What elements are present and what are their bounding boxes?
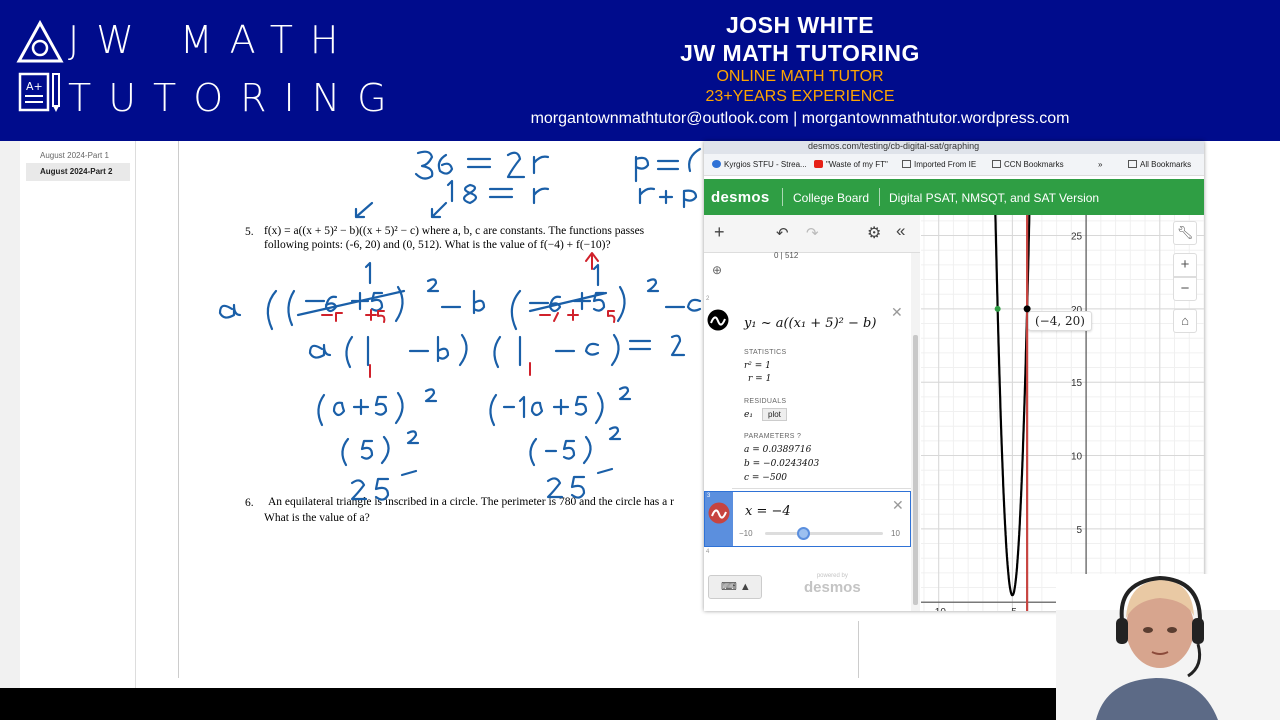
redo-button[interactable]: ↷ xyxy=(806,224,819,242)
add-item-button[interactable]: + xyxy=(714,222,725,243)
home-icon[interactable]: ⌂ xyxy=(1173,309,1197,333)
youtube-icon xyxy=(814,160,823,168)
graph-canvas[interactable]: 2520151050-10-50 (−4, 20) 🔧︎ + − ⌂ xyxy=(921,215,1204,611)
residuals-label: RESIDUALS xyxy=(744,398,787,405)
wrench-icon[interactable]: 🔧︎ xyxy=(1173,221,1197,245)
url-text[interactable]: desmos.com/testing/cb-digital-sat/graphi… xyxy=(808,141,979,151)
x-tick-label: -5 xyxy=(1008,607,1017,611)
expression-gutter: 3 xyxy=(705,492,733,546)
zoom-in-button[interactable]: + xyxy=(1173,253,1197,277)
slider-max: 10 xyxy=(891,529,900,538)
tagline-online: ONLINE MATH TUTOR xyxy=(716,68,884,85)
zoom-search-icon[interactable]: ⊕ xyxy=(712,263,722,277)
regression-icon[interactable] xyxy=(707,309,729,331)
y-tick-label: 5 xyxy=(1077,525,1083,536)
line-formula[interactable]: x = −4 xyxy=(745,504,791,519)
triangle-logo-icon xyxy=(16,20,64,63)
tagline-experience: 23+YEARS EXPERIENCE xyxy=(705,88,895,105)
table-row-fragment: 0 | 512 xyxy=(774,251,799,260)
header-divider xyxy=(782,188,783,206)
bookmarks-bar: Kyrgios STFU - Strea... "Waste of my FT"… xyxy=(704,154,1204,176)
expression-index: 2 xyxy=(706,296,710,302)
contact-info: morgantownmathtutor@outlook.com | morgan… xyxy=(530,110,1070,127)
logo-text-line2: TUTORING xyxy=(68,76,404,120)
channel-banner: A+ JW MATH TUTORING JOSH WHITE JW MATH T… xyxy=(0,0,1280,141)
expression-index: 4 xyxy=(706,549,710,555)
graph-color-icon[interactable] xyxy=(708,502,730,524)
document-pencil-icon: A+ xyxy=(18,72,60,112)
r-value: r = 1 xyxy=(748,374,772,384)
college-board-label: College Board xyxy=(793,191,870,205)
y-tick-label: 15 xyxy=(1071,378,1083,389)
data-point xyxy=(994,305,1001,312)
tutor-name: JOSH WHITE xyxy=(725,12,875,38)
expression-gutter: 2 xyxy=(704,296,732,489)
desmos-window: desmos.com/testing/cb-digital-sat/graphi… xyxy=(704,141,1204,611)
expression-vertical-line[interactable]: 3 x = −4 ✕ −10 10 xyxy=(704,491,911,547)
folder-icon xyxy=(902,160,911,168)
keyboard-toggle-button[interactable]: ⌨ ▲ xyxy=(708,575,762,599)
folder-icon xyxy=(1128,160,1137,168)
browser-url-bar[interactable]: desmos.com/testing/cb-digital-sat/graphi… xyxy=(704,141,1204,154)
expression-regression[interactable]: 2 y₁ ~ a((x₁ + 5)² − b) ✕ STATISTICS r² … xyxy=(704,296,911,489)
x-tick-label: -10 xyxy=(931,607,946,611)
header-divider xyxy=(879,188,880,206)
regression-formula[interactable]: y₁ ~ a((x₁ + 5)² − b) xyxy=(744,316,876,331)
residual-variable: e₁ xyxy=(744,410,753,420)
slider-track[interactable] xyxy=(765,532,883,535)
y-tick-label: 25 xyxy=(1071,232,1083,243)
site-icon xyxy=(712,160,721,168)
bookmark-item[interactable]: Kyrgios STFU - Strea... xyxy=(712,160,807,169)
collapse-panel-button[interactable]: « xyxy=(896,221,905,241)
svg-text:A+: A+ xyxy=(26,80,43,93)
parameter-c: c = −500 xyxy=(744,473,788,483)
slider-handle[interactable] xyxy=(797,527,810,540)
expression-panel: + ↶ ↷ ⚙ « 0 | 512 ⊕ 2 y₁ ~ a((x₁ + 5)² −… xyxy=(704,215,920,611)
scrollbar-thumb[interactable] xyxy=(913,335,918,605)
parameters-label: PARAMETERS ? xyxy=(744,433,802,440)
folder-icon xyxy=(992,160,1001,168)
delete-expression-icon[interactable]: ✕ xyxy=(892,497,904,514)
graph-plot[interactable]: 2520151050-10-50 xyxy=(921,215,1204,611)
plot-residuals-button[interactable]: plot xyxy=(762,408,787,421)
powered-by-desmos: powered by desmos xyxy=(804,573,861,596)
expression-toolbar: + ↶ ↷ ⚙ « xyxy=(704,215,920,253)
expression-index: 3 xyxy=(707,493,711,499)
settings-gear-icon[interactable]: ⚙ xyxy=(867,223,881,243)
r-squared-value: r² = 1 xyxy=(744,361,771,371)
webcam-overlay xyxy=(1056,574,1280,720)
point-label: (−4, 20) xyxy=(1028,311,1092,331)
presenter-image xyxy=(1056,574,1280,720)
desmos-header: desmos College Board Digital PSAT, NMSQT… xyxy=(704,179,1204,215)
bookmark-item[interactable]: Imported From IE xyxy=(902,160,976,169)
logo-text-line1: JW MATH xyxy=(68,18,356,62)
desmos-logo: desmos xyxy=(711,189,770,206)
slider-min: −10 xyxy=(739,529,753,538)
version-label: Digital PSAT, NMSQT, and SAT Version xyxy=(889,191,1100,205)
company-name: JW MATH TUTORING xyxy=(680,40,920,66)
bookmark-item[interactable]: "Waste of my FT" xyxy=(814,160,888,169)
statistics-label: STATISTICS xyxy=(744,349,787,356)
bookmark-item[interactable]: CCN Bookmarks xyxy=(992,160,1064,169)
undo-button[interactable]: ↶ xyxy=(776,224,789,242)
parameter-b: b = −0.0243403 xyxy=(744,459,820,469)
bookmark-overflow[interactable]: » xyxy=(1098,160,1102,169)
parameter-a: a = 0.0389716 xyxy=(744,445,812,455)
zoom-out-button[interactable]: − xyxy=(1173,277,1197,301)
y-tick-label: 10 xyxy=(1071,452,1083,463)
delete-expression-icon[interactable]: ✕ xyxy=(891,304,903,321)
bookmark-item[interactable]: All Bookmarks xyxy=(1128,160,1191,169)
